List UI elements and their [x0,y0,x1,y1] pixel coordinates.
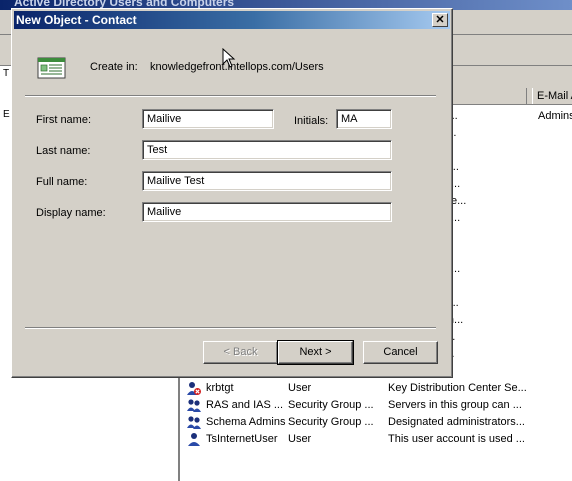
create-in-path: knowledgefront.intellops.com/Users [150,61,324,73]
group-icon [187,399,201,412]
column-separator[interactable] [526,88,527,104]
contact-card-icon [37,57,66,79]
user-icon [188,433,200,446]
first-name-field[interactable]: Mailive [142,109,274,129]
object-email: Admins [538,110,572,122]
column-header-email[interactable]: E-Mail A [532,88,572,104]
tree-letter: E [3,109,10,120]
object-type: User [288,382,312,394]
initials-label: Initials: [294,115,329,127]
object-type: Security Group ... [288,416,374,428]
cancel-button[interactable]: Cancel [363,341,438,364]
separator [25,327,436,329]
object-description: This user account is used ... [388,433,525,445]
dialog-title: New Object - Contact [16,13,137,27]
table-row[interactable]: RAS and IAS ... Security Group ... Servers… [180,397,572,414]
tree-letter: T [3,68,10,79]
object-name: krbtgt [206,382,234,394]
object-type: Security Group ... [288,399,374,411]
initials-field[interactable]: MA [336,109,392,129]
create-in-label: Create in: [90,61,138,73]
display-name-label: Display name: [36,207,106,219]
full-name-field[interactable]: Mailive Test [142,171,392,191]
last-name-label: Last name: [36,145,91,157]
group-icon [187,416,201,429]
full-name-label: Full name: [36,176,88,188]
object-type: User [288,433,312,445]
separator [25,95,436,97]
object-description: Servers in this group can ... [388,399,522,411]
mouse-cursor-icon [222,48,236,68]
table-row[interactable]: Schema Admins Security Group ... Designate… [180,414,572,431]
table-row[interactable]: TsInternetUser User This user account is u… [180,431,572,448]
object-name: Schema Admins [206,416,286,428]
object-name: RAS and IAS ... [206,399,284,411]
object-description: Key Distribution Center Se... [388,382,527,394]
table-row[interactable]: krbtgt User Key Distribution Center Se... [180,380,572,397]
next-button[interactable]: Next > [277,340,354,365]
close-button[interactable]: ✕ [432,13,448,27]
disabled-user-icon [187,382,201,395]
object-description: Designated administrators... [388,416,525,428]
first-name-label: First name: [36,114,92,126]
object-name: TsInternetUser [206,433,278,445]
close-icon: ✕ [435,14,445,26]
dialog-titlebar[interactable]: New Object - Contact ✕ [14,11,450,29]
back-button[interactable]: < Back [203,341,278,364]
display-name-field[interactable]: Mailive [142,202,392,222]
last-name-field[interactable]: Test [142,140,392,160]
